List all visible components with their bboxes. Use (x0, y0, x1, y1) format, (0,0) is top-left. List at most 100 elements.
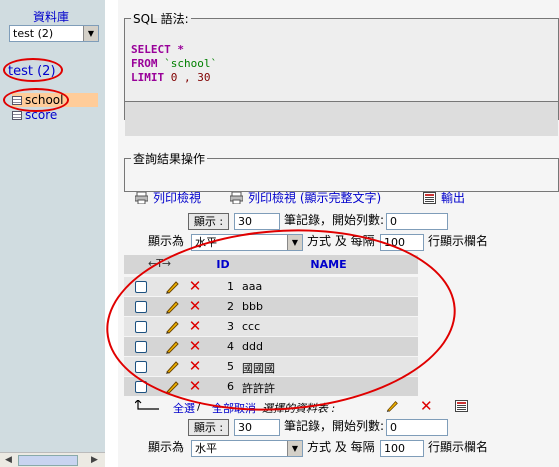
databases-title: 資料庫 (33, 10, 70, 24)
start-row-input-bottom[interactable]: 0 (386, 419, 448, 436)
scrollbar-thumb[interactable] (18, 455, 78, 466)
export-icon[interactable] (455, 400, 468, 412)
print-view-full-link[interactable]: 列印檢視 (顯示完整文字) (230, 189, 381, 206)
sql-legend: SQL 語法: (133, 12, 189, 26)
table-row: ✕ 5 國國國 (124, 357, 418, 376)
table-row: ✕ 1 aaa (124, 277, 418, 296)
print-view-link[interactable]: 列印檢視 (135, 189, 201, 206)
records-label-bottom: 筆記錄，開始列數: (284, 419, 385, 433)
deselect-all-link[interactable]: 全部取消 (212, 400, 256, 416)
mode-label: 方式 及 每隔 (307, 234, 375, 248)
pencil-icon[interactable] (164, 339, 180, 355)
delete-icon[interactable]: ✕ (420, 397, 433, 415)
pencil-icon[interactable] (164, 359, 180, 375)
database-select[interactable]: test (2) ▼ (9, 25, 99, 42)
delete-icon[interactable]: ✕ (187, 359, 203, 375)
left-nav-frame: 資料庫 test (2) ▼ test (2) school score ◀ ▶ (0, 0, 105, 467)
rows-count-input[interactable]: 30 (234, 213, 280, 230)
sql-text: * (170, 43, 184, 56)
display-mode-select-bottom[interactable]: 水平 ▼ (191, 440, 303, 457)
column-header-name[interactable]: NAME (239, 258, 418, 271)
chevron-down-icon[interactable]: ▼ (83, 26, 98, 41)
table-row: ✕ 6 許許許 (124, 377, 418, 396)
repeat-headers-input-bottom[interactable]: 100 (380, 440, 424, 457)
print-view-full-label: 列印檢視 (顯示完整文字) (248, 191, 382, 205)
display-mode-select[interactable]: 水平 ▼ (191, 234, 303, 251)
sql-limit-values: 0 , 30 (164, 71, 211, 84)
scroll-left-icon[interactable]: ◀ (2, 454, 15, 467)
sql-code: SELECT * FROM `school` LIMIT 0 , 30 (131, 43, 217, 85)
select-all-link[interactable]: 全選 (173, 400, 195, 416)
rows-count-input-bottom[interactable]: 30 (234, 419, 280, 436)
cell-name: 許許許 (242, 382, 275, 395)
sql-table-name: `school` (157, 57, 218, 70)
sql-footer-bar (125, 101, 558, 136)
sql-keyword: SELECT (131, 43, 171, 56)
show-button[interactable]: 顯示 : (188, 213, 229, 230)
printer-icon (230, 192, 243, 204)
sql-keyword: LIMIT (131, 71, 165, 84)
row-checkbox[interactable] (135, 321, 147, 333)
cell-id: 5 (227, 360, 234, 373)
export-link[interactable]: 輸出 (423, 189, 465, 206)
delete-icon[interactable]: ✕ (187, 379, 203, 395)
pencil-icon[interactable] (164, 379, 180, 395)
selected-label: 選擇的資料表 : (262, 402, 336, 415)
delete-icon[interactable]: ✕ (187, 279, 203, 295)
display-mode-value: 水平 (195, 236, 217, 249)
start-row-input[interactable]: 0 (386, 213, 448, 230)
cell-name: 國國國 (242, 362, 275, 375)
cell-name: ccc (242, 320, 261, 333)
repeat-headers-input[interactable]: 100 (380, 234, 424, 251)
row-checkbox[interactable] (135, 301, 147, 313)
table-icon (12, 111, 22, 120)
display-as-label: 顯示為 (148, 234, 185, 248)
cell-name: bbb (242, 300, 263, 313)
pencil-icon[interactable] (384, 399, 400, 413)
delete-icon[interactable]: ✕ (187, 339, 203, 355)
database-select-value: test (2) (13, 27, 54, 40)
show-button-bottom[interactable]: 顯示 : (188, 419, 229, 436)
table-item-score[interactable]: score (12, 108, 57, 122)
cell-name: aaa (242, 280, 263, 293)
sql-keyword: FROM (131, 57, 158, 70)
repeat-label-bottom: 行顯示欄名 (428, 440, 489, 454)
operations-legend: 查詢結果操作 (133, 152, 206, 166)
table-row: ✕ 3 ccc (124, 317, 418, 336)
scroll-right-icon[interactable]: ▶ (88, 454, 101, 467)
repeat-label: 行顯示欄名 (428, 234, 489, 248)
pencil-icon[interactable] (164, 299, 180, 315)
row-checkbox[interactable] (135, 341, 147, 353)
display-as-label-bottom: 顯示為 (148, 440, 185, 454)
pencil-icon[interactable] (164, 319, 180, 335)
cell-id: 4 (227, 340, 234, 353)
delete-icon[interactable]: ✕ (187, 299, 203, 315)
cell-id: 1 (227, 280, 234, 293)
row-checkbox[interactable] (135, 361, 147, 373)
horizontal-scrollbar[interactable]: ◀ ▶ (0, 452, 105, 467)
table-row: ✕ 4 ddd (124, 337, 418, 356)
chevron-down-icon[interactable]: ▼ (287, 235, 302, 250)
row-checkbox[interactable] (135, 381, 147, 393)
delete-icon[interactable]: ✕ (187, 319, 203, 335)
annotation-circle-db (3, 58, 63, 82)
column-sort-arrows[interactable]: ←T→ (148, 257, 171, 270)
main-frame: SQL 語法: SELECT * FROM `school` LIMIT 0 ,… (100, 0, 559, 467)
mode-label-bottom: 方式 及 每隔 (307, 440, 375, 454)
printer-icon (135, 192, 148, 204)
chevron-down-icon[interactable]: ▼ (287, 441, 302, 456)
cell-name: ddd (242, 340, 263, 353)
cell-id: 6 (227, 380, 234, 393)
table-item-label: score (25, 108, 58, 122)
export-icon (423, 192, 436, 204)
frame-separator (105, 0, 118, 467)
cell-id: 2 (227, 300, 234, 313)
records-label: 筆記錄，開始列數: (284, 213, 385, 227)
slash-separator: / (197, 400, 201, 413)
export-label: 輸出 (441, 191, 466, 205)
column-header-id[interactable]: ID (212, 258, 234, 271)
table-header: ←T→ ID NAME (124, 255, 418, 274)
row-checkbox[interactable] (135, 281, 147, 293)
cell-id: 3 (227, 320, 234, 333)
pencil-icon[interactable] (164, 279, 180, 295)
